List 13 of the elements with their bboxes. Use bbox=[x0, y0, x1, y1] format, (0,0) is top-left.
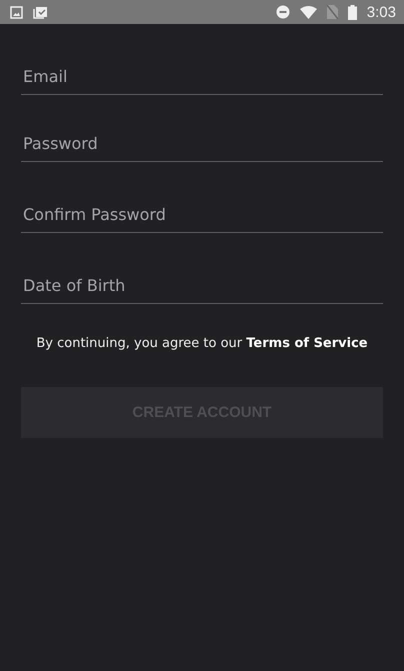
no-sim-icon bbox=[326, 5, 338, 19]
input-field[interactable]: Date of Birth bbox=[21, 271, 383, 304]
battery-icon bbox=[348, 4, 357, 20]
wifi-icon bbox=[300, 6, 317, 18]
input-field[interactable]: Email bbox=[21, 62, 383, 95]
input-field[interactable]: Password bbox=[21, 129, 383, 162]
input-field[interactable]: Confirm Password bbox=[21, 200, 383, 233]
clipboard-check-icon bbox=[33, 5, 48, 19]
terms-text: By continuing, you agree to our Terms of Service bbox=[35, 336, 369, 351]
do-not-disturb-icon bbox=[276, 5, 290, 19]
terms-link[interactable]: Terms of Service bbox=[246, 336, 368, 351]
clock-time: 3:03 bbox=[366, 4, 396, 20]
image-icon bbox=[10, 6, 23, 18]
